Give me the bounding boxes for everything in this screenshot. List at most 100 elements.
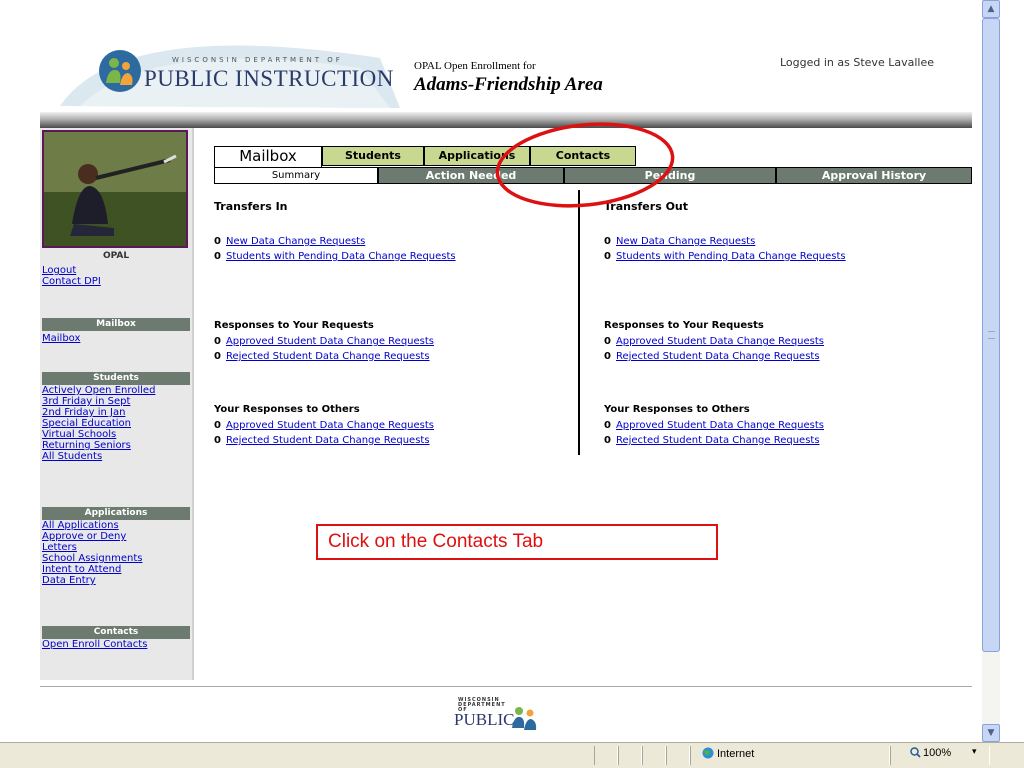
sidebar-heading-opal: OPAL xyxy=(102,251,130,261)
subtab-summary[interactable]: Summary xyxy=(214,167,378,184)
scrollbar-grip xyxy=(988,331,995,339)
tab-students[interactable]: Students xyxy=(322,146,424,166)
link-approved-requests-in[interactable]: Approved Student Data Change Requests xyxy=(226,336,434,347)
link-approved-responses-in[interactable]: Approved Student Data Change Requests xyxy=(226,420,434,431)
link-new-data-change-requests-in[interactable]: New Data Change Requests xyxy=(226,236,365,247)
list-item: 0 Rejected Student Data Change Requests xyxy=(214,351,430,363)
list-item: 0 Students with Pending Data Change Reque… xyxy=(604,251,846,263)
transfers-in-title: Transfers In xyxy=(214,200,288,213)
link-rejected-requests-in[interactable]: Rejected Student Data Change Requests xyxy=(226,351,430,362)
link-approved-responses-out[interactable]: Approved Student Data Change Requests xyxy=(616,420,824,431)
sidebar-link-intent-to-attend[interactable]: Intent to Attend xyxy=(42,564,121,575)
opal-title-line1: OPAL Open Enrollment for xyxy=(414,60,536,72)
logged-in-user: Logged in as Steve Lavallee xyxy=(780,56,934,69)
sidebar-link-mailbox[interactable]: Mailbox xyxy=(42,333,80,344)
subtab-approval-history[interactable]: Approval History xyxy=(776,167,972,184)
globe-icon xyxy=(702,747,714,759)
status-zoom[interactable]: 100% xyxy=(910,747,951,759)
people-emblem-icon xyxy=(99,50,141,92)
list-item: 0 Rejected Student Data Change Requests xyxy=(604,351,820,363)
zoom-dropdown-arrow-icon[interactable]: ▾ xyxy=(972,747,977,757)
scroll-down-arrow-icon[interactable]: ▼ xyxy=(982,724,1000,742)
request-count: 0 xyxy=(604,236,611,247)
your-responses-to-others-in-title: Your Responses to Others xyxy=(214,404,360,415)
tab-mailbox[interactable]: Mailbox xyxy=(214,146,322,167)
footer-divider xyxy=(40,686,972,687)
magnifier-icon xyxy=(910,747,921,758)
request-count: 0 xyxy=(214,420,221,431)
footer-people-emblem-icon xyxy=(512,707,537,730)
instruction-callout: Click on the Contacts Tab xyxy=(316,524,718,560)
sidebar-link-3rd-friday-sept[interactable]: 3rd Friday in Sept xyxy=(42,396,130,407)
footer-logo-big-text: PUBLIC xyxy=(454,710,515,729)
photo-drawing xyxy=(44,132,186,246)
sidebar-link-data-entry[interactable]: Data Entry xyxy=(42,575,96,586)
status-zoom-label: 100% xyxy=(923,747,952,759)
sidebar-link-all-students[interactable]: All Students xyxy=(42,451,102,462)
request-count: 0 xyxy=(214,251,221,262)
sidebar-link-actively-open-enrolled[interactable]: Actively Open Enrolled xyxy=(42,385,155,396)
sidebar-link-contact-dpi[interactable]: Contact DPI xyxy=(42,276,101,287)
vertical-scrollbar[interactable]: ▲ ▼ xyxy=(982,0,1000,742)
your-responses-to-others-out-title: Your Responses to Others xyxy=(604,404,750,415)
status-cell xyxy=(642,746,666,765)
logo-small-text: WISCONSIN DEPARTMENT OF xyxy=(172,56,343,64)
link-rejected-responses-out[interactable]: Rejected Student Data Change Requests xyxy=(616,435,820,446)
status-cell xyxy=(618,746,642,765)
status-cell xyxy=(594,746,618,765)
list-item: 0 Rejected Student Data Change Requests xyxy=(604,435,820,447)
status-cell xyxy=(666,746,690,765)
list-item: 0 Rejected Student Data Change Requests xyxy=(214,435,430,447)
sidebar-link-open-enroll-contacts[interactable]: Open Enroll Contacts xyxy=(42,639,147,650)
sidebar-link-returning-seniors[interactable]: Returning Seniors xyxy=(42,440,131,451)
status-zone-label: Internet xyxy=(717,748,755,760)
list-item: 0 Students with Pending Data Change Reque… xyxy=(214,251,456,263)
column-divider xyxy=(578,190,580,455)
sidebar: OPAL Logout Contact DPI Mailbox Mailbox … xyxy=(40,128,192,680)
list-item: 0 New Data Change Requests xyxy=(604,236,755,248)
sidebar-link-virtual-schools[interactable]: Virtual Schools xyxy=(42,429,116,440)
link-students-pending-requests-in[interactable]: Students with Pending Data Change Reques… xyxy=(226,251,456,262)
responses-to-your-requests-in-title: Responses to Your Requests xyxy=(214,320,374,331)
sidebar-link-approve-or-deny[interactable]: Approve or Deny xyxy=(42,531,126,542)
highlight-ellipse xyxy=(495,122,675,208)
list-item: 0 New Data Change Requests xyxy=(214,236,365,248)
status-zone: Internet xyxy=(702,747,754,760)
link-rejected-responses-in[interactable]: Rejected Student Data Change Requests xyxy=(226,435,430,446)
sidebar-link-logout[interactable]: Logout xyxy=(42,265,76,276)
scrollbar-thumb[interactable] xyxy=(982,18,1000,652)
request-count: 0 xyxy=(604,420,611,431)
sidebar-link-school-assignments[interactable]: School Assignments xyxy=(42,553,142,564)
list-item: 0 Approved Student Data Change Requests xyxy=(604,420,824,432)
responses-to-your-requests-out-title: Responses to Your Requests xyxy=(604,320,764,331)
link-approved-requests-out[interactable]: Approved Student Data Change Requests xyxy=(616,336,824,347)
sidebar-link-all-applications[interactable]: All Applications xyxy=(42,520,119,531)
sidebar-link-special-education[interactable]: Special Education xyxy=(42,418,131,429)
district-name: Adams-Friendship Area xyxy=(414,74,603,95)
dpi-logo: WISCONSIN DEPARTMENT OF PUBLIC INSTRUCTI… xyxy=(60,28,400,108)
list-item: 0 Approved Student Data Change Requests xyxy=(214,336,434,348)
footer-dpi-logo: WISCONSIN DEPARTMENT OF PUBLIC xyxy=(448,696,548,740)
request-count: 0 xyxy=(214,336,221,347)
request-count: 0 xyxy=(604,251,611,262)
sidebar-divider xyxy=(192,128,194,680)
sidebar-heading-mailbox: Mailbox xyxy=(42,318,190,331)
link-rejected-requests-out[interactable]: Rejected Student Data Change Requests xyxy=(616,351,820,362)
logo-big-text: PUBLIC INSTRUCTION xyxy=(144,66,394,91)
link-new-data-change-requests-out[interactable]: New Data Change Requests xyxy=(616,236,755,247)
browser-status-bar: Internet 100% ▾ xyxy=(0,742,1024,768)
window-edge xyxy=(1000,0,1024,742)
sidebar-link-letters[interactable]: Letters xyxy=(42,542,77,553)
request-count: 0 xyxy=(604,435,611,446)
list-item: 0 Approved Student Data Change Requests xyxy=(214,420,434,432)
sidebar-heading-contacts: Contacts xyxy=(42,626,190,639)
sidebar-link-2nd-friday-jan[interactable]: 2nd Friday in Jan xyxy=(42,407,125,418)
request-count: 0 xyxy=(214,435,221,446)
scroll-up-arrow-icon[interactable]: ▲ xyxy=(982,0,1000,18)
link-students-pending-requests-out[interactable]: Students with Pending Data Change Reques… xyxy=(616,251,846,262)
sidebar-heading-students: Students xyxy=(42,372,190,385)
sidebar-heading-applications: Applications xyxy=(42,507,190,520)
request-count: 0 xyxy=(214,351,221,362)
clarinet-player-photo xyxy=(42,130,188,248)
request-count: 0 xyxy=(604,336,611,347)
